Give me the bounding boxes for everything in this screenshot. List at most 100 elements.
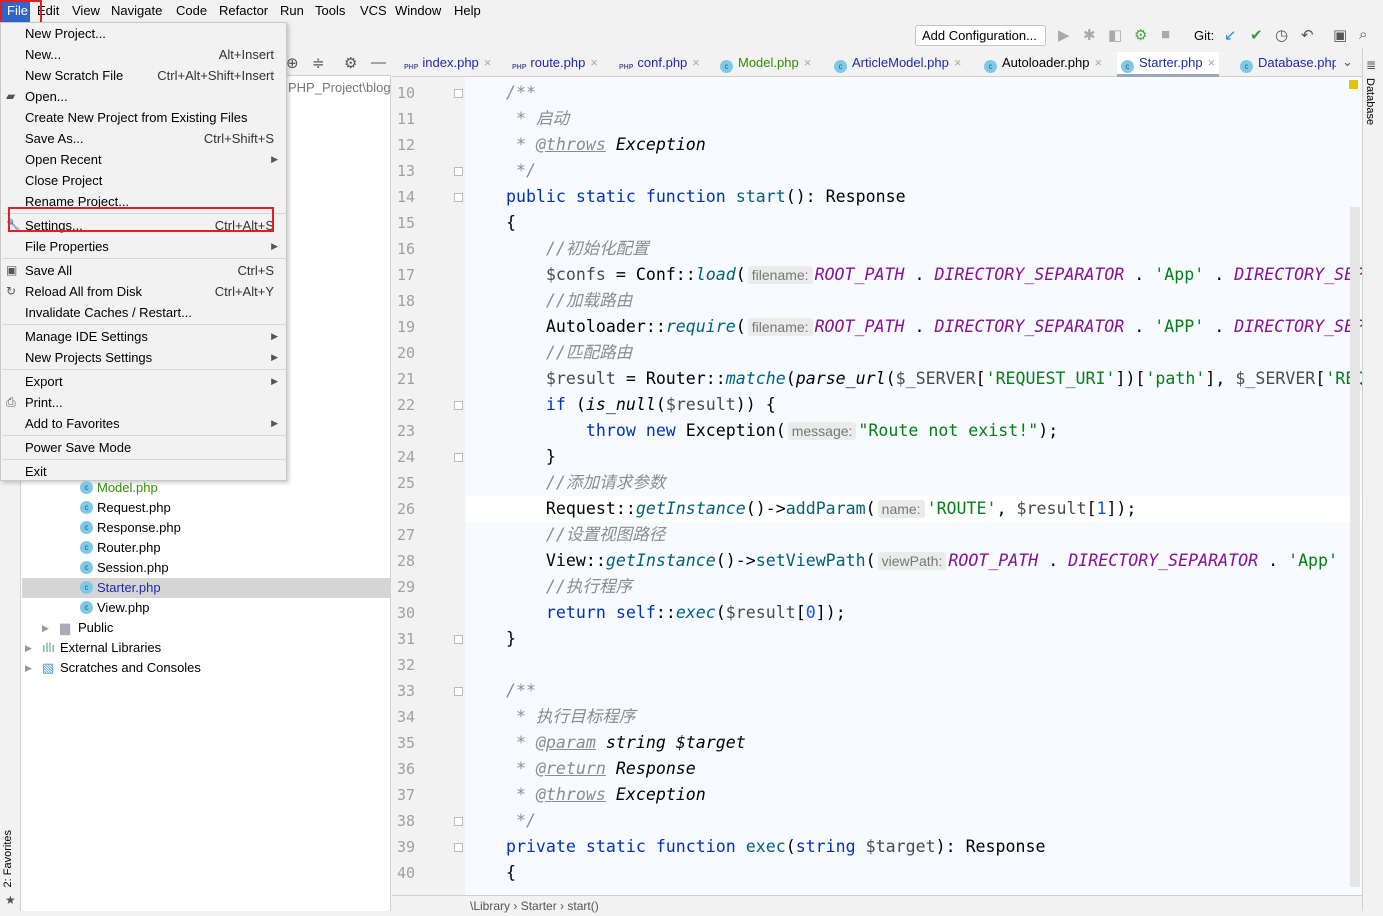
expand-arrow-icon[interactable]: ▶ xyxy=(25,638,32,658)
favorites-tool-button[interactable]: 2: Favorites xyxy=(2,830,14,887)
tab-model-php[interactable]: c Model.php × xyxy=(716,52,815,77)
tab-articlemodel-php[interactable]: c ArticleModel.php × xyxy=(830,52,965,77)
hide-icon[interactable]: — xyxy=(371,54,386,71)
menu-item-new-projects-settings[interactable]: New Projects Settings ▶ xyxy=(1,347,286,368)
menu-item-power-save-mode[interactable]: Power Save Mode xyxy=(1,437,286,458)
menu-help[interactable]: Help xyxy=(454,3,481,18)
tree-item[interactable]: c Session.php xyxy=(22,558,391,578)
menu-item-new-project[interactable]: New Project... xyxy=(1,23,286,44)
tree-item[interactable]: ▶ ▧ Scratches and Consoles xyxy=(22,658,391,678)
menu-item-label: Manage IDE Settings xyxy=(25,329,148,344)
menu-item-create-new-project-from-existing-files[interactable]: Create New Project from Existing Files xyxy=(1,107,286,128)
fold-marker-icon[interactable] xyxy=(454,89,463,98)
menu-item-export[interactable]: Export ▶ xyxy=(1,371,286,392)
menu-item-label: Save All xyxy=(25,263,72,278)
tree-item[interactable]: ▶ ▆ Public xyxy=(22,618,391,638)
menu-code[interactable]: Code xyxy=(176,3,207,18)
close-icon[interactable]: × xyxy=(1208,55,1216,70)
menu-item-open[interactable]: ▰ Open... xyxy=(1,86,286,107)
menu-item-invalidate-caches-restart[interactable]: Invalidate Caches / Restart... xyxy=(1,302,286,323)
tree-item-label: Request.php xyxy=(97,500,171,515)
fold-marker-icon[interactable] xyxy=(454,817,463,826)
editor-scrollbar[interactable] xyxy=(1350,207,1360,887)
fold-marker-icon[interactable] xyxy=(454,687,463,696)
menu-refactor[interactable]: Refactor xyxy=(219,3,268,18)
expand-arrow-icon[interactable]: ▶ xyxy=(25,658,32,678)
fold-marker-icon[interactable] xyxy=(454,453,463,462)
locate-icon[interactable]: ⊕ xyxy=(286,54,299,72)
menu-item-save-all[interactable]: ▣ Save All Ctrl+S xyxy=(1,260,286,281)
code-line: throw new Exception(message: "Route not e… xyxy=(466,418,1362,444)
close-icon[interactable]: × xyxy=(804,55,812,70)
tab-index-php[interactable]: PHP index.php × xyxy=(400,52,495,77)
code-token: ( xyxy=(885,369,896,388)
menu-tools[interactable]: Tools xyxy=(315,3,345,18)
tree-item[interactable]: c Request.php xyxy=(22,498,391,518)
tree-item[interactable]: c View.php xyxy=(22,598,391,618)
tree-item[interactable]: c Router.php xyxy=(22,538,391,558)
profiler-icon[interactable]: ⚙ xyxy=(1134,26,1147,44)
stop-icon[interactable]: ■ xyxy=(1161,26,1170,43)
close-icon[interactable]: × xyxy=(1094,55,1102,70)
tab-route-php[interactable]: PHP route.php × xyxy=(508,52,602,77)
menu-navigate[interactable]: Navigate xyxy=(111,3,162,18)
menu-item-new[interactable]: New... Alt+Insert xyxy=(1,44,286,65)
collapse-all-icon[interactable]: ≑ xyxy=(312,54,325,72)
close-icon[interactable]: × xyxy=(590,55,598,70)
history-icon[interactable]: ◷ xyxy=(1275,26,1288,44)
tab-conf-php[interactable]: PHP conf.php × xyxy=(615,52,704,77)
fold-marker-icon[interactable] xyxy=(454,193,463,202)
close-icon[interactable]: × xyxy=(484,55,492,70)
run-anything-icon[interactable]: ▣ xyxy=(1333,26,1347,44)
menu-run[interactable]: Run xyxy=(280,3,304,18)
menu-item-open-recent[interactable]: Open Recent ▶ xyxy=(1,149,286,170)
tree-item[interactable]: ▶ ıllı External Libraries xyxy=(22,638,391,658)
git-commit-icon[interactable]: ✔ xyxy=(1250,26,1263,44)
warning-marker[interactable] xyxy=(1349,80,1358,89)
search-icon[interactable]: ⌕ xyxy=(1359,26,1367,43)
parameter-hint: filename: xyxy=(747,318,813,336)
tab-database-php[interactable]: c Database.php xyxy=(1236,52,1336,77)
add-configuration-button[interactable]: Add Configuration... xyxy=(915,25,1046,46)
code-token: } xyxy=(466,629,516,648)
git-update-icon[interactable]: ↙ xyxy=(1224,26,1237,44)
database-tool-button[interactable]: Database xyxy=(1364,78,1376,125)
menu-item-save-as[interactable]: Save As... Ctrl+Shift+S xyxy=(1,128,286,149)
debug-icon[interactable]: ✱ xyxy=(1083,26,1096,44)
menu-vcs[interactable]: VCS xyxy=(360,3,387,18)
code-token: View:: xyxy=(466,551,606,570)
rollback-icon[interactable]: ↶ xyxy=(1301,26,1314,44)
chevron-down-icon[interactable]: ⌄ xyxy=(1342,54,1353,70)
close-icon[interactable]: × xyxy=(692,55,700,70)
menu-item-close-project[interactable]: Close Project xyxy=(1,170,286,191)
tab-autoloader-php[interactable]: c Autoloader.php × xyxy=(980,52,1106,77)
menu-item-reload-all-from-disk[interactable]: ↻ Reload All from Disk Ctrl+Alt+Y xyxy=(1,281,286,302)
coverage-icon[interactable]: ◧ xyxy=(1108,26,1122,44)
menu-view[interactable]: View xyxy=(72,3,100,18)
run-icon[interactable]: ▶ xyxy=(1058,26,1070,44)
code-token: string $target xyxy=(595,733,746,752)
class-icon: c xyxy=(80,481,93,494)
menu-window[interactable]: Window xyxy=(395,3,441,18)
menu-item-new-scratch-file[interactable]: New Scratch File Ctrl+Alt+Shift+Insert xyxy=(1,65,286,86)
gear-icon[interactable]: ⚙ xyxy=(344,54,357,72)
fold-marker-icon[interactable] xyxy=(454,635,463,644)
code-token: . xyxy=(1038,551,1069,570)
fold-marker-icon[interactable] xyxy=(454,401,463,410)
tree-item[interactable]: c Starter.php xyxy=(22,578,391,598)
fold-marker-icon[interactable] xyxy=(454,843,463,852)
tree-item[interactable]: c Response.php xyxy=(22,518,391,538)
menu-separator xyxy=(2,258,286,259)
fold-marker-icon[interactable] xyxy=(454,167,463,176)
tree-item[interactable]: c Model.php xyxy=(22,478,391,498)
menu-item-manage-ide-settings[interactable]: Manage IDE Settings ▶ xyxy=(1,326,286,347)
submenu-arrow-icon: ▶ xyxy=(271,376,278,386)
tab-starter-php[interactable]: c Starter.php × xyxy=(1117,52,1220,77)
menu-item-print[interactable]: ⎙ Print... xyxy=(1,392,286,413)
menu-item-file-properties[interactable]: File Properties ▶ xyxy=(1,236,286,257)
close-icon[interactable]: × xyxy=(954,55,962,70)
menu-item-add-to-favorites[interactable]: Add to Favorites ▶ xyxy=(1,413,286,434)
code-token: ()-> xyxy=(715,551,756,570)
expand-arrow-icon[interactable]: ▶ xyxy=(42,618,49,638)
code-token: throw new xyxy=(466,421,686,440)
